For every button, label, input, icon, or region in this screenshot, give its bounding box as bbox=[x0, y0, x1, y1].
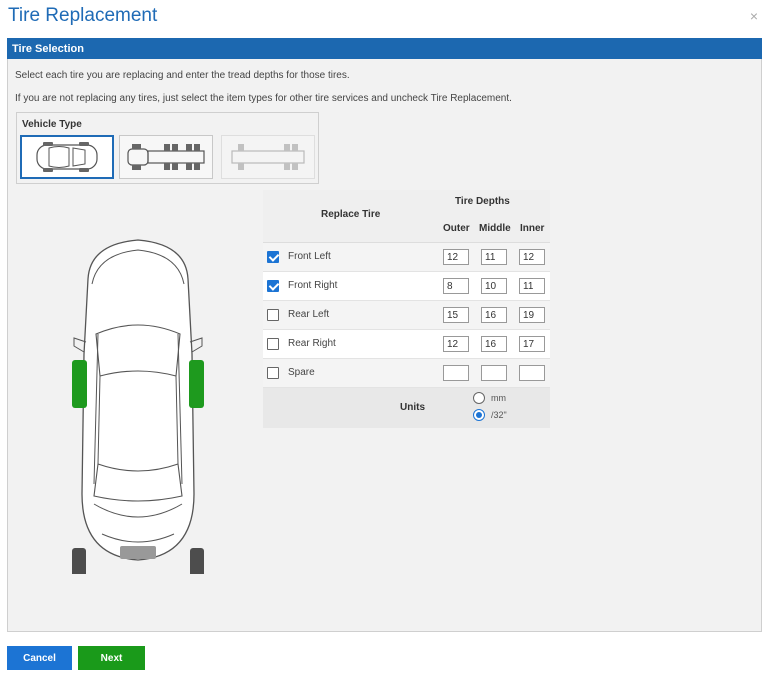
outer-depth-input[interactable] bbox=[443, 307, 469, 323]
tire-front-right[interactable] bbox=[189, 360, 204, 408]
table-row: Front Left bbox=[263, 243, 550, 272]
replace-checkbox-rear-left[interactable] bbox=[267, 309, 279, 321]
table-header: Replace Tire Tire Depths Outer Middle In… bbox=[263, 190, 550, 243]
outer-depth-input[interactable] bbox=[443, 278, 469, 294]
dialog-title: Tire Replacement bbox=[8, 5, 158, 26]
replace-checkbox-spare[interactable] bbox=[267, 367, 279, 379]
tire-label: Front Right bbox=[288, 280, 338, 291]
table-body: Front Left Front Right Rear Left bbox=[263, 243, 550, 388]
vehicle-type-group: Vehicle Type bbox=[16, 112, 319, 184]
truck-icon bbox=[127, 144, 205, 170]
car-icon bbox=[36, 142, 98, 172]
close-icon[interactable]: × bbox=[750, 8, 758, 24]
outer-depth-input[interactable] bbox=[443, 336, 469, 352]
unit-mm-radio[interactable] bbox=[473, 392, 485, 404]
tire-label: Rear Left bbox=[288, 309, 330, 320]
inner-depth-input[interactable] bbox=[519, 307, 545, 323]
replace-checkbox-front-right[interactable] bbox=[267, 280, 279, 292]
inner-depth-input[interactable] bbox=[519, 365, 545, 381]
vehicle-type-trailer[interactable] bbox=[221, 135, 315, 179]
section-header: Tire Selection bbox=[7, 38, 762, 59]
tire-depths-table: Replace Tire Tire Depths Outer Middle In… bbox=[263, 190, 550, 428]
middle-depth-input[interactable] bbox=[481, 336, 507, 352]
header-inner: Inner bbox=[520, 223, 545, 234]
tire-rear-left[interactable] bbox=[72, 548, 86, 594]
instruction-text-secondary: If you are not replacing any tires, just… bbox=[15, 93, 512, 104]
middle-depth-input[interactable] bbox=[481, 365, 507, 381]
tire-selection-panel: Select each tire you are replacing and e… bbox=[7, 59, 762, 632]
header-middle: Middle bbox=[479, 223, 511, 234]
header-tire-depths: Tire Depths bbox=[455, 196, 510, 207]
instruction-text: Select each tire you are replacing and e… bbox=[15, 70, 350, 81]
middle-depth-input[interactable] bbox=[481, 278, 507, 294]
header-outer: Outer bbox=[443, 223, 470, 234]
units-row: Units mm /32" bbox=[263, 388, 550, 428]
tire-label: Front Left bbox=[288, 251, 331, 262]
unit-32nds-radio[interactable] bbox=[473, 409, 485, 421]
inner-depth-input[interactable] bbox=[519, 249, 545, 265]
cancel-button[interactable]: Cancel bbox=[7, 646, 72, 670]
car-diagram bbox=[58, 234, 218, 594]
middle-depth-input[interactable] bbox=[481, 249, 507, 265]
vehicle-type-label: Vehicle Type bbox=[22, 119, 82, 130]
replace-checkbox-rear-right[interactable] bbox=[267, 338, 279, 350]
units-label: Units bbox=[400, 402, 425, 413]
next-button[interactable]: Next bbox=[78, 646, 145, 670]
tire-label: Spare bbox=[288, 367, 315, 378]
table-row: Rear Left bbox=[263, 301, 550, 330]
tire-label: Rear Right bbox=[288, 338, 336, 349]
table-row: Front Right bbox=[263, 272, 550, 301]
table-row: Rear Right bbox=[263, 330, 550, 359]
middle-depth-input[interactable] bbox=[481, 307, 507, 323]
vehicle-type-car[interactable] bbox=[20, 135, 114, 179]
replace-checkbox-front-left[interactable] bbox=[267, 251, 279, 263]
tire-rear-right[interactable] bbox=[190, 548, 204, 594]
table-row: Spare bbox=[263, 359, 550, 388]
inner-depth-input[interactable] bbox=[519, 336, 545, 352]
trailer-icon bbox=[231, 144, 305, 170]
unit-32nds-label: /32" bbox=[491, 410, 507, 420]
header-replace-tire: Replace Tire bbox=[321, 209, 381, 220]
outer-depth-input[interactable] bbox=[443, 365, 469, 381]
outer-depth-input[interactable] bbox=[443, 249, 469, 265]
tire-front-left[interactable] bbox=[72, 360, 87, 408]
inner-depth-input[interactable] bbox=[519, 278, 545, 294]
unit-mm-label: mm bbox=[491, 393, 506, 403]
vehicle-type-truck[interactable] bbox=[119, 135, 213, 179]
